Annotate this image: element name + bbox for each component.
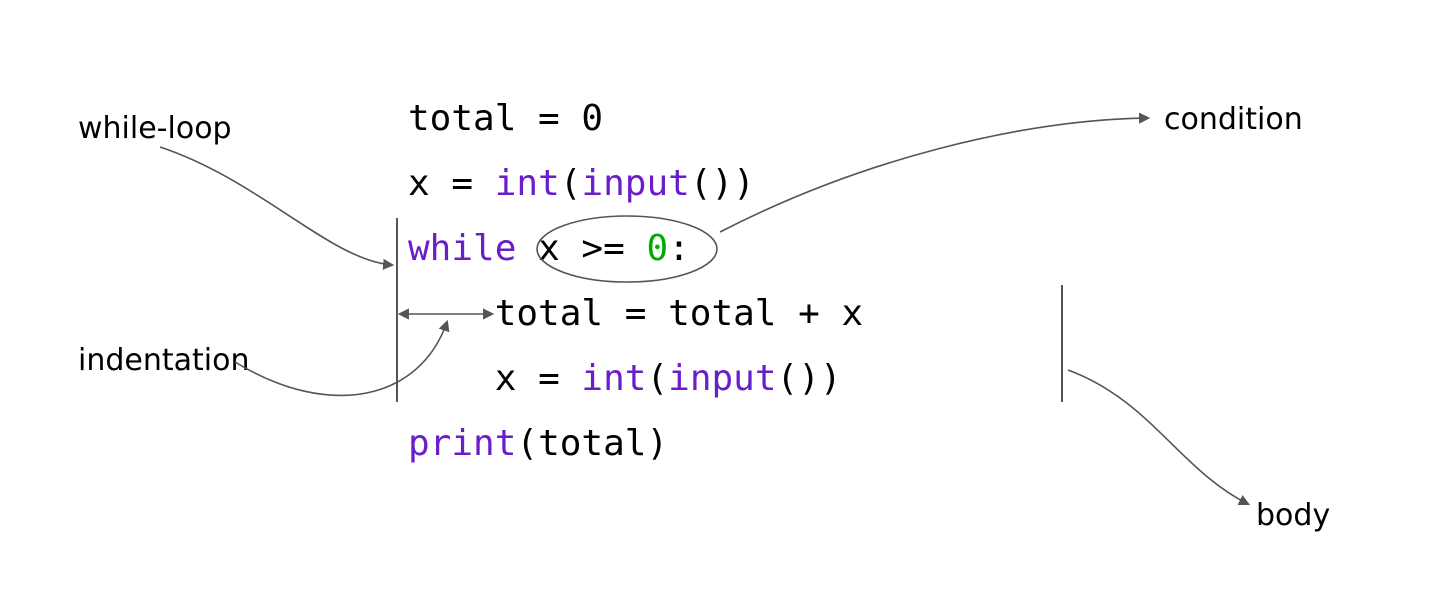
code-line-2: x = int(input()) — [408, 163, 755, 204]
condition-expr: x >= 0 — [538, 228, 668, 269]
code-line-1: total = 0 — [408, 98, 603, 139]
label-body: body — [1256, 498, 1330, 533]
code-line-4-body: total = total + x — [408, 293, 863, 334]
arrow-while-loop — [160, 147, 392, 265]
while-keyword: while — [408, 228, 516, 269]
label-condition: condition — [1164, 102, 1303, 137]
label-indentation: indentation — [78, 343, 249, 378]
arrow-condition — [720, 118, 1148, 232]
code-line-6: print(total) — [408, 423, 668, 464]
arrow-body — [1068, 370, 1248, 504]
label-while-loop: while-loop — [78, 111, 232, 146]
code-line-5-body: x = int(input()) — [408, 358, 842, 399]
code-line-3-while: while x >= 0: — [408, 228, 690, 269]
